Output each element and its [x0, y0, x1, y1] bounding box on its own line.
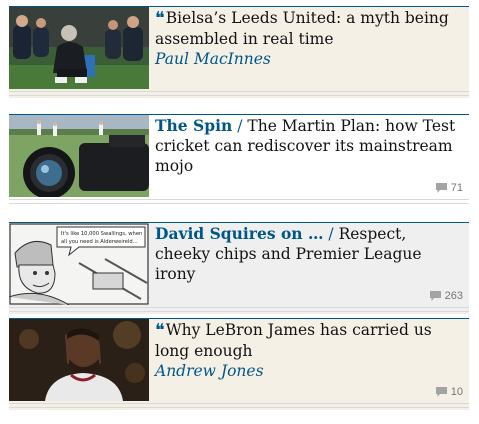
- comment-count-value: 10: [450, 386, 463, 398]
- article-thumbnail[interactable]: It's like 10,000 Swallings, when all you…: [9, 223, 149, 305]
- article-headline[interactable]: ❝ Why LeBron James has carried us long en…: [155, 320, 463, 381]
- comment-icon: [429, 291, 441, 301]
- article-list: ❝ Bielsa’s Leeds United: a myth being ass…: [0, 0, 479, 424]
- card-divider: [9, 196, 469, 206]
- headline-title[interactable]: Bielsa’s Leeds United: a myth being asse…: [155, 9, 449, 48]
- article-thumbnail[interactable]: [9, 7, 149, 89]
- article-thumbnail[interactable]: [9, 319, 149, 401]
- comment-count-value: 263: [444, 290, 463, 302]
- cartoon-speech-text: It's like 10,000 Swallings, when: [61, 231, 142, 237]
- comment-icon: [435, 387, 447, 397]
- comment-count-value: 71: [450, 182, 463, 194]
- comment-count[interactable]: 71: [435, 182, 463, 194]
- article-byline[interactable]: Andrew Jones: [155, 361, 463, 381]
- comment-count[interactable]: 10: [435, 386, 463, 398]
- article-headline[interactable]: The Spin / The Martin Plan: how Test cri…: [155, 116, 463, 176]
- comment-count[interactable]: 263: [429, 290, 463, 302]
- article-byline[interactable]: Paul MacInnes: [155, 49, 463, 69]
- headline-title[interactable]: Why LeBron James has carried us long eno…: [155, 321, 432, 360]
- article-thumbnail[interactable]: [9, 115, 149, 197]
- article-card[interactable]: It's like 10,000 Swallings, when all you…: [9, 222, 469, 314]
- kicker-separator: /: [328, 225, 334, 243]
- quote-icon: ❝: [155, 8, 165, 29]
- article-kicker[interactable]: The Spin: [155, 116, 232, 135]
- cartoon-speech-text: all you need is Alderweireld...: [61, 239, 138, 245]
- article-card[interactable]: ❝ Bielsa’s Leeds United: a myth being ass…: [9, 6, 469, 98]
- article-headline[interactable]: David Squires on … / Respect, cheeky chi…: [155, 224, 463, 284]
- kicker-separator: /: [237, 117, 243, 135]
- article-headline[interactable]: ❝ Bielsa’s Leeds United: a myth being ass…: [155, 8, 463, 69]
- card-divider: [9, 400, 469, 410]
- quote-icon: ❝: [155, 320, 165, 341]
- article-card[interactable]: The Spin / The Martin Plan: how Test cri…: [9, 114, 469, 206]
- card-divider: [9, 304, 469, 314]
- article-card[interactable]: ❝ Why LeBron James has carried us long en…: [9, 318, 469, 410]
- comment-icon: [435, 183, 447, 193]
- card-divider: [9, 88, 469, 98]
- article-kicker[interactable]: David Squires on …: [155, 224, 323, 243]
